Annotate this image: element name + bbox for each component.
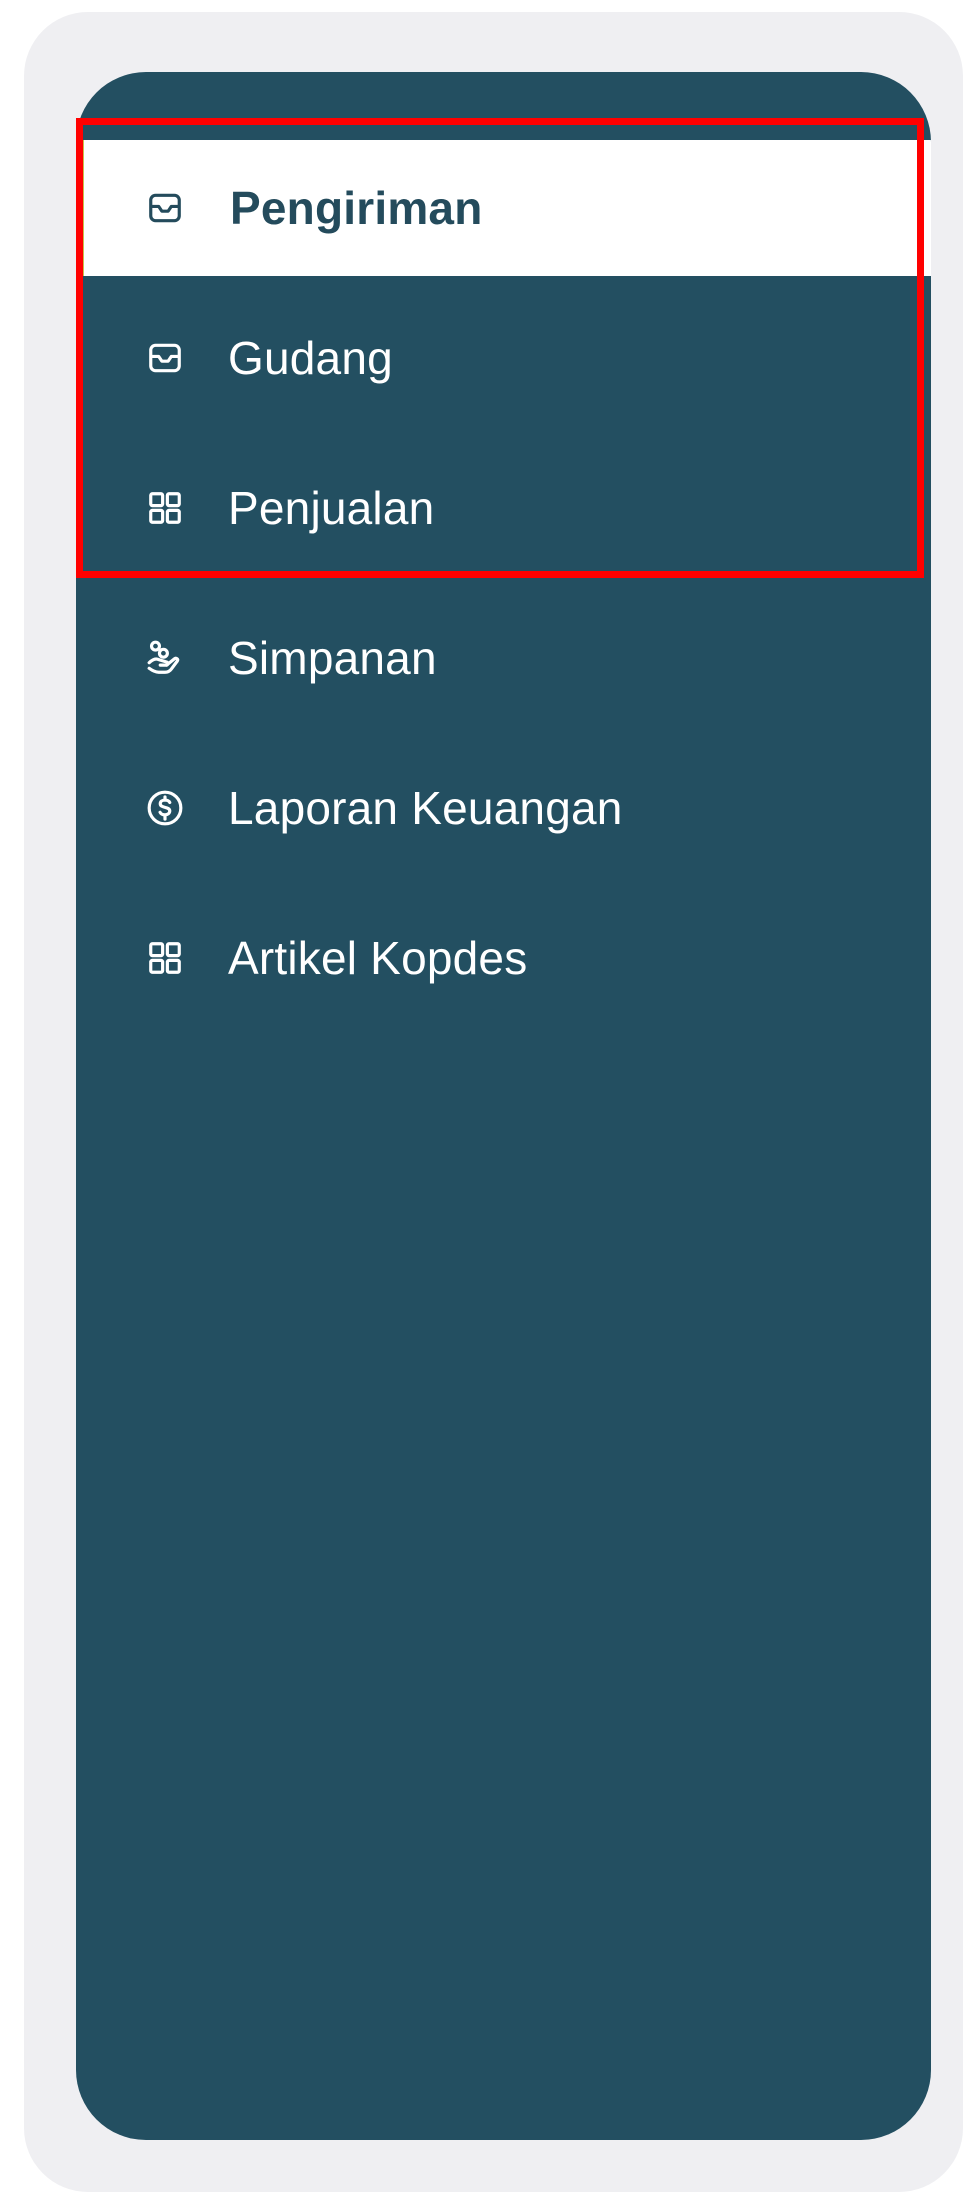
sidebar-item-simpanan[interactable]: Simpanan [76,590,931,726]
sidebar-nav: Pengiriman Gudang Penjualan Simpanan Lap… [76,72,931,2140]
sidebar-item-penjualan[interactable]: Penjualan [76,440,931,576]
active-indicator [76,140,84,276]
sidebar-item-label: Artikel Kopdes [228,932,528,984]
grid-icon [146,939,184,977]
sidebar-item-artikel-kopdes[interactable]: Artikel Kopdes [76,890,931,1026]
sidebar-item-label: Penjualan [228,482,435,534]
sidebar-item-label: Gudang [228,332,393,384]
sidebar-item-pengiriman[interactable]: Pengiriman [76,140,931,276]
sidebar-item-label: Simpanan [228,632,437,684]
sidebar-item-label: Laporan Keuangan [228,782,623,834]
sidebar-item-gudang[interactable]: Gudang [76,290,931,426]
sidebar-item-laporan-keuangan[interactable]: Laporan Keuangan [76,740,931,876]
hand-coins-icon [146,639,184,677]
inbox-icon [146,189,184,227]
inbox-icon [146,339,184,377]
sidebar-item-label: Pengiriman [230,182,483,234]
dollar-circle-icon [146,789,184,827]
grid-icon [146,489,184,527]
